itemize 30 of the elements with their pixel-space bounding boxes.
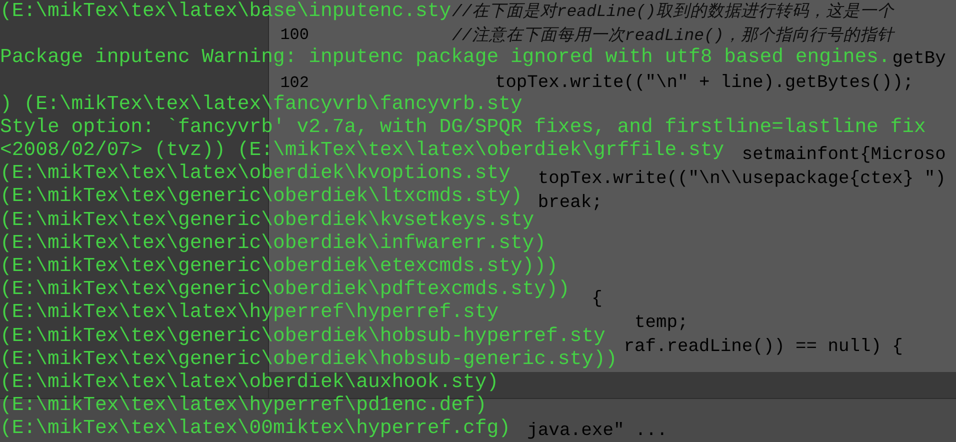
console-line: Package inputenc Warning: inputenc package ignored with utf8 based engines. xyxy=(0,46,890,68)
console-line: (E:\mikTex\tex\generic\oberdiek\kvsetkeys.sty xyxy=(0,208,534,231)
code-line: temp; xyxy=(634,313,688,333)
run-command: java.exe" ... xyxy=(527,421,668,441)
line-number: 100 xyxy=(280,27,309,43)
console-line: (E:\mikTex\tex\latex\00miktex\hyperref.cfg) xyxy=(0,417,510,440)
console-line: (E:\mikTex\tex\latex\oberdiek\kvoptions.sty xyxy=(0,162,510,184)
console-line: (E:\mikTex\tex\generic\oberdiek\hobsub-hyperref.sty xyxy=(0,324,606,347)
console-line: (E:\mikTex\tex\latex\base\inputenc.sty xyxy=(0,0,452,22)
console-line: (E:\mikTex\tex\generic\oberdiek\hobsub-generic.sty)) xyxy=(0,348,618,370)
console-line: (E:\mikTex\tex\generic\oberdiek\etexcmds.sty))) xyxy=(0,254,558,277)
code-line: topTex.write(("\n\\usepackage{ctex} ") xyxy=(538,169,946,189)
line-number: 102 xyxy=(280,75,309,91)
code-line: getBy xyxy=(892,49,946,69)
console-line: <2008/02/07> (tvz)) (E:\mikTex\tex\latex\oberdiek\grffile.sty xyxy=(0,139,724,162)
code-line: break; xyxy=(538,193,602,213)
code-comment: //在下面是对readLine()取到的数据进行转码，这是一个 xyxy=(452,2,894,21)
console-line: (E:\mikTex\tex\latex\hyperref\pd1enc.def) xyxy=(0,394,487,416)
console-line: (E:\mikTex\tex\generic\oberdiek\pdftexcmds.sty)) xyxy=(0,278,570,300)
console-line: (E:\mikTex\tex\latex\oberdiek\auxhook.sty) xyxy=(0,370,499,393)
code-line: setmainfont{Microso xyxy=(742,145,946,165)
console-line: ) (E:\mikTex\tex\latex\fancyvrb\fancyvrb.sty xyxy=(0,92,522,115)
code-line: { xyxy=(592,289,602,309)
console-line: Style option: `fancyvrb' v2.7a, with DG/SPQR fixes, and firstline=lastline fix xyxy=(0,116,926,138)
console-line: (E:\mikTex\tex\generic\oberdiek\infwarerr.sty) xyxy=(0,232,546,254)
code-comment: //注意在下面每用一次readLine()，那个指向行号的指针 xyxy=(452,26,894,45)
console-line: (E:\mikTex\tex\generic\oberdiek\ltxcmds.sty) xyxy=(0,185,522,208)
code-line: raf.readLine()) == null) { xyxy=(624,337,903,357)
code-line: topTex.write(("\n" + line).getBytes()); xyxy=(494,73,914,93)
console-line: (E:\mikTex\tex\latex\hyperref\hyperref.sty xyxy=(0,301,499,324)
